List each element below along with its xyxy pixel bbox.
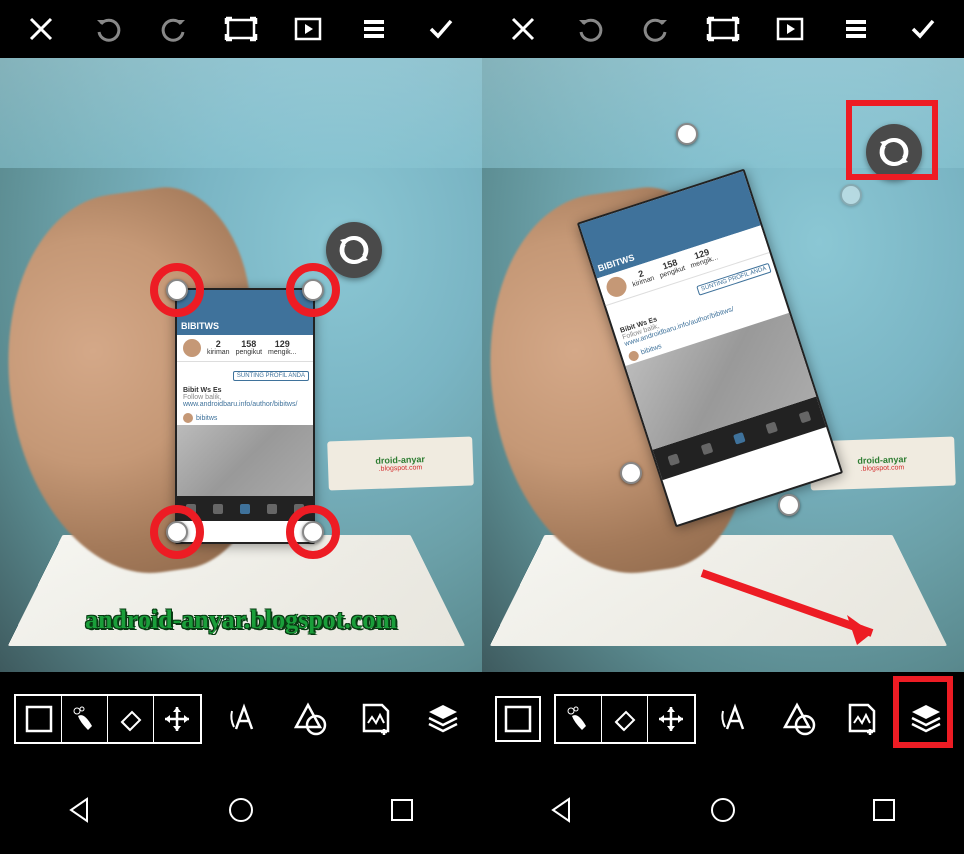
confirm-icon[interactable] (903, 9, 943, 49)
confirm-icon[interactable] (421, 9, 461, 49)
highlight-box-layers (893, 676, 953, 748)
tool-move-icon[interactable] (154, 696, 200, 742)
undo-icon[interactable] (88, 9, 128, 49)
android-nav-bar (482, 766, 964, 854)
tool-image-icon[interactable] (351, 694, 401, 744)
highlight-circle (286, 505, 340, 559)
bottom-toolbar (0, 672, 482, 766)
close-icon[interactable] (503, 9, 543, 49)
overlay-bio: Bibit Ws Es Follow balik, www.androidbar… (177, 384, 313, 411)
highlight-arrow (692, 563, 912, 653)
tool-eraser-icon[interactable] (108, 696, 154, 742)
highlight-circle (150, 263, 204, 317)
play-icon[interactable] (770, 9, 810, 49)
editor-panel-right: droid-anyar .blogspot.com BIBITWS 2kirim… (482, 0, 964, 854)
tool-brush-icon[interactable] (556, 696, 602, 742)
tool-text-icon[interactable] (710, 694, 760, 744)
redo-icon[interactable] (154, 9, 194, 49)
tool-layers-icon[interactable] (418, 694, 468, 744)
resize-handle-tr[interactable] (840, 184, 862, 206)
highlight-box-rotate (846, 100, 938, 180)
nav-home-icon[interactable] (699, 786, 747, 834)
undo-icon[interactable] (570, 9, 610, 49)
menu-icon[interactable] (354, 9, 394, 49)
tool-brush-icon[interactable] (62, 696, 108, 742)
resize-handle-tl[interactable] (676, 123, 698, 145)
tool-selection-icon[interactable] (16, 696, 62, 742)
overlay-stats: 2kiriman 158pengikut 129mengik... (177, 335, 313, 362)
tool-move-icon[interactable] (648, 696, 694, 742)
nav-home-icon[interactable] (217, 786, 265, 834)
editor-panel-left: droid-anyar .blogspot.com BIBITWS 2kirim… (0, 0, 482, 854)
menu-icon[interactable] (836, 9, 876, 49)
overlay-image[interactable]: BIBITWS 2kiriman 158pengikut 129mengik..… (175, 288, 315, 544)
canvas[interactable]: droid-anyar .blogspot.com BIBITWS 2kirim… (482, 58, 964, 672)
play-icon[interactable] (288, 9, 328, 49)
nav-recent-icon[interactable] (860, 786, 908, 834)
rotate-button[interactable] (326, 222, 382, 278)
paper-label: droid-anyar .blogspot.com (327, 436, 473, 490)
watermark: android-anyar.blogspot.com (0, 605, 482, 635)
fit-screen-icon[interactable] (221, 9, 261, 49)
android-nav-bar (0, 766, 482, 854)
bottom-toolbar (482, 672, 964, 766)
tool-image-icon[interactable] (837, 694, 887, 744)
top-toolbar (0, 0, 482, 58)
resize-handle-bl[interactable] (620, 462, 642, 484)
fit-screen-icon[interactable] (703, 9, 743, 49)
resize-handle-br[interactable] (778, 494, 800, 516)
tool-eraser-icon[interactable] (602, 696, 648, 742)
nav-back-icon[interactable] (538, 786, 586, 834)
canvas[interactable]: droid-anyar .blogspot.com BIBITWS 2kirim… (0, 58, 482, 672)
redo-icon[interactable] (636, 9, 676, 49)
tool-selection-icon[interactable] (495, 696, 541, 742)
tool-shape-icon[interactable] (774, 694, 824, 744)
close-icon[interactable] (21, 9, 61, 49)
highlight-circle (286, 263, 340, 317)
nav-recent-icon[interactable] (378, 786, 426, 834)
nav-back-icon[interactable] (56, 786, 104, 834)
highlight-circle (150, 505, 204, 559)
tool-group-transform (554, 694, 696, 744)
tool-shape-icon[interactable] (285, 694, 335, 744)
tool-text-icon[interactable] (219, 694, 269, 744)
tool-group-transform (14, 694, 202, 744)
top-toolbar (482, 0, 964, 58)
